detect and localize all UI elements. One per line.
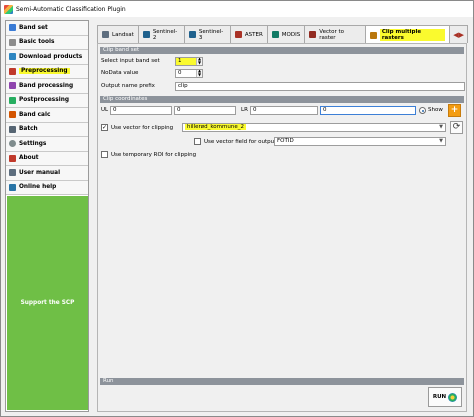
support-scp-banner[interactable]: Support the SCP [7,196,88,410]
tab-sentinel-3[interactable]: Sentinel-3 [183,25,231,43]
lr-x-input[interactable]: 0 [250,106,318,115]
sidebar-item-user-manual[interactable]: User manual [6,166,88,181]
tab-sentinel-2[interactable]: Sentinel-2 [137,25,185,43]
run-button[interactable]: RUN [428,387,462,407]
sidebar-item-online-help[interactable]: Online help [6,180,88,195]
spin-arrows-icon[interactable]: ▲ ▼ [196,70,202,77]
about-icon [9,154,16,162]
use-vector-label: Use vector for clipping [111,125,174,131]
tab-vector-to-raster[interactable]: Vector to raster [304,25,366,43]
sidebar-item-band-calc[interactable]: Band calc [6,108,88,123]
sidebar-item-postprocessing[interactable]: Postprocessing [6,93,88,108]
band-set-icon [9,24,16,32]
prefix-label: Output name prefix [101,83,155,89]
basic-tools-icon [9,38,16,46]
user-manual-icon [9,169,16,177]
vector-combobox[interactable]: hillerød_kommune_2 ▼ [182,123,446,132]
lr-label: LR [241,107,248,113]
input-band-set-label: Select input band set [101,58,160,64]
sidebar-item-about[interactable]: About [6,151,88,166]
pointer-button[interactable]: + [448,104,461,117]
sidebar-item-batch[interactable]: Batch [6,122,88,137]
plus-icon: + [450,105,459,115]
scp-app-icon [4,4,13,14]
show-label: Show [428,107,443,113]
nodata-spinbox[interactable]: 0 ▲ ▼ [175,69,203,78]
chevron-down-icon: ▼ [439,138,443,144]
tab-aster[interactable]: ASTER [229,25,268,43]
run-icon [448,392,458,402]
refresh-icon: ⟳ [452,122,461,132]
plugin-window: Semi-Automatic Classification Plugin Ban… [0,0,474,417]
postprocessing-icon [9,96,16,104]
lr-y-input[interactable]: 0 [320,106,416,115]
clip-coordinates-header: Clip coordinates [100,96,464,103]
run-label: RUN [432,394,447,400]
band-processing-icon [9,82,16,90]
tab-scroll-icon: ◀▶ [453,30,464,39]
spin-arrows-icon[interactable]: ▲ ▼ [196,58,202,65]
tab-landsat[interactable]: Landsat [97,25,139,43]
download-icon [9,53,16,61]
sentinel3-icon [188,31,196,38]
run-header: Run [100,378,464,385]
vector-to-raster-icon [309,31,317,38]
chevron-down-icon: ▼ [439,124,443,130]
tab-modis[interactable]: MODIS [266,25,306,43]
sidebar-item-band-processing[interactable]: Band processing [6,79,88,94]
settings-icon [9,140,16,148]
refresh-vector-button[interactable]: ⟳ [450,121,463,134]
tab-overflow-arrows[interactable]: ◀▶ [449,25,468,43]
sidebar-item-settings[interactable]: Settings [6,137,88,152]
ul-y-input[interactable]: 0 [174,106,236,115]
use-vector-checkbox[interactable]: ✓ [101,124,108,131]
clip-panel: Clip band set Select input band set 1 ▲ ▼ … [97,43,467,412]
temp-roi-checkbox[interactable] [101,151,108,158]
clip-band-set-header: Clip band set [100,47,464,54]
show-radio[interactable] [419,107,426,114]
input-band-set-spinbox[interactable]: 1 ▲ ▼ [175,57,203,66]
use-vector-field-checkbox[interactable] [194,138,201,145]
ul-label: UL [101,107,109,113]
sidebar-item-preprocessing[interactable]: Preprocessing [6,64,88,79]
sidebar-item-download-products[interactable]: Download products [6,50,88,65]
vector-field-combobox[interactable]: FOTID ▼ [274,137,446,146]
clip-icon [369,31,377,39]
landsat-icon [102,31,109,38]
online-help-icon [9,183,16,191]
tab-clip-multiple-rasters[interactable]: Clip multiple rasters [364,25,451,44]
support-scp-label: Support the SCP [20,300,75,306]
window-title: Semi-Automatic Classification Plugin [16,5,126,13]
aster-icon [234,31,242,38]
title-bar: Semi-Automatic Classification Plugin [1,1,473,17]
sidebar-item-basic-tools[interactable]: Basic tools [6,35,88,50]
batch-icon [9,125,16,133]
nodata-label: NoData value [101,70,139,76]
ul-x-input[interactable]: 0 [110,106,172,115]
sidebar: Band set Basic tools Download products P… [5,20,89,412]
sidebar-item-band-set[interactable]: Band set [6,21,88,36]
tab-bar: Landsat Sentinel-2 Sentinel-3 ASTER MODI… [97,25,468,44]
preprocessing-icon [9,67,16,75]
sentinel2-icon [142,31,150,38]
temp-roi-label: Use temporary ROI for clipping [111,152,197,158]
prefix-input[interactable]: clip [175,82,465,91]
band-calc-icon [9,111,16,119]
modis-icon [271,31,279,38]
